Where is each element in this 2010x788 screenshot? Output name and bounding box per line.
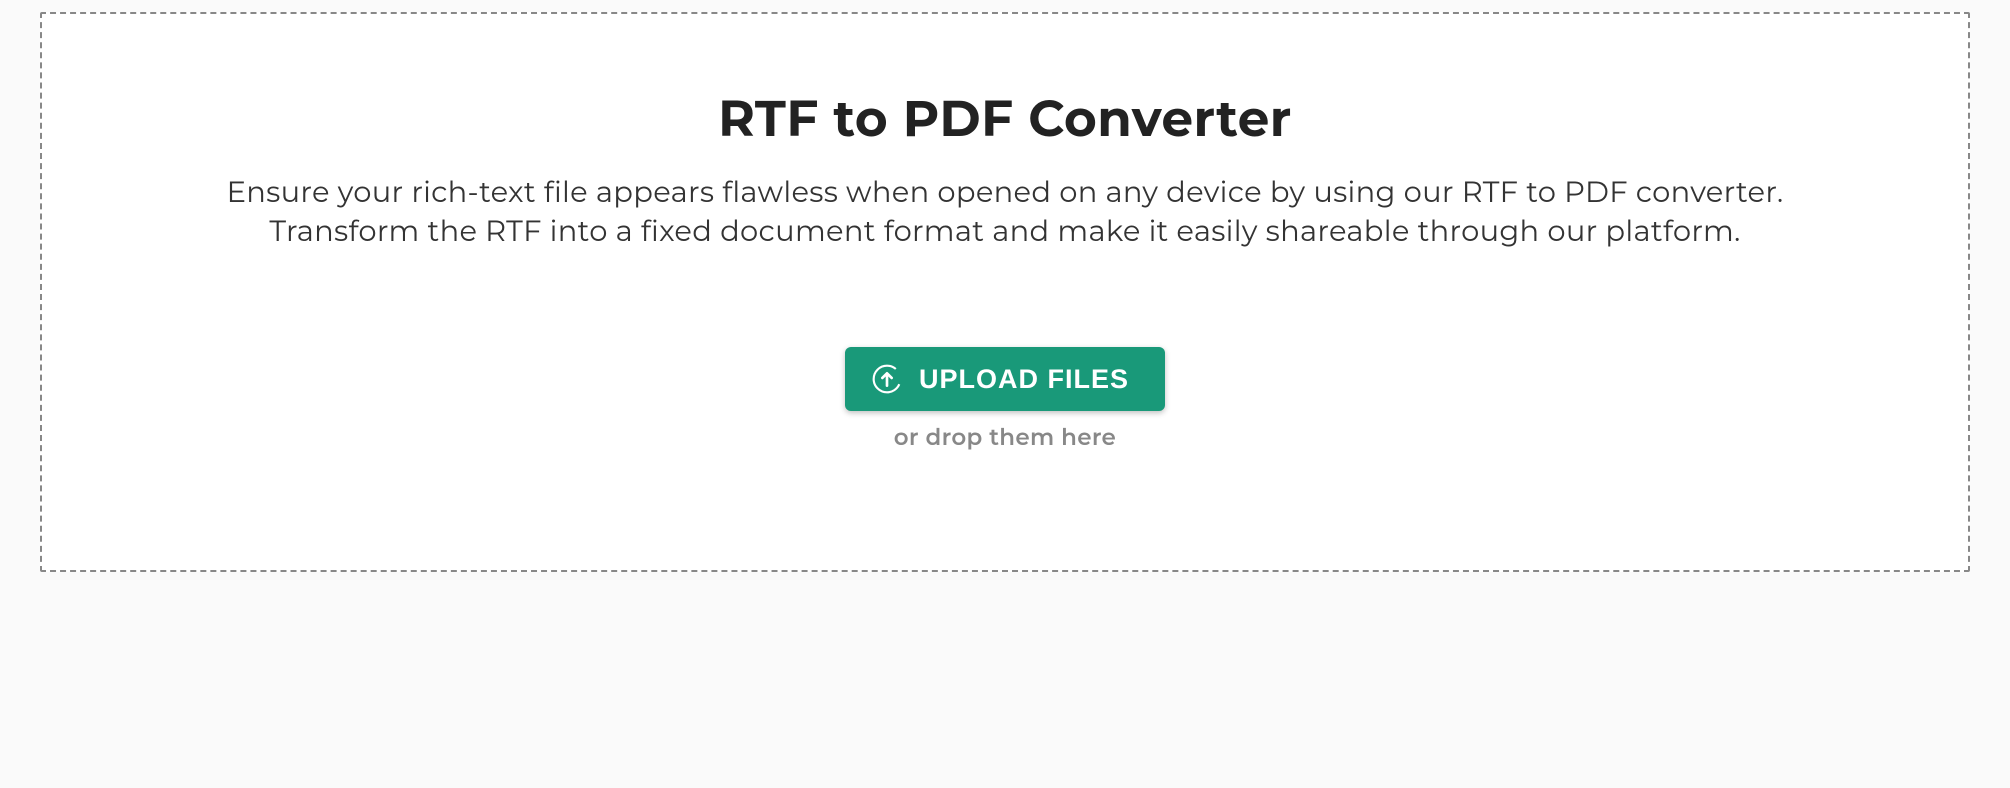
upload-button-label: UPLOAD FILES [919,364,1129,395]
drop-hint: or drop them here [894,423,1116,451]
page-description: Ensure your rich-text file appears flawl… [155,173,1855,251]
page-title: RTF to PDF Converter [718,88,1292,149]
upload-icon [871,363,903,395]
upload-button[interactable]: UPLOAD FILES [845,347,1165,411]
upload-area: UPLOAD FILES or drop them here [845,347,1165,451]
file-dropzone[interactable]: RTF to PDF Converter Ensure your rich-te… [40,12,1970,572]
